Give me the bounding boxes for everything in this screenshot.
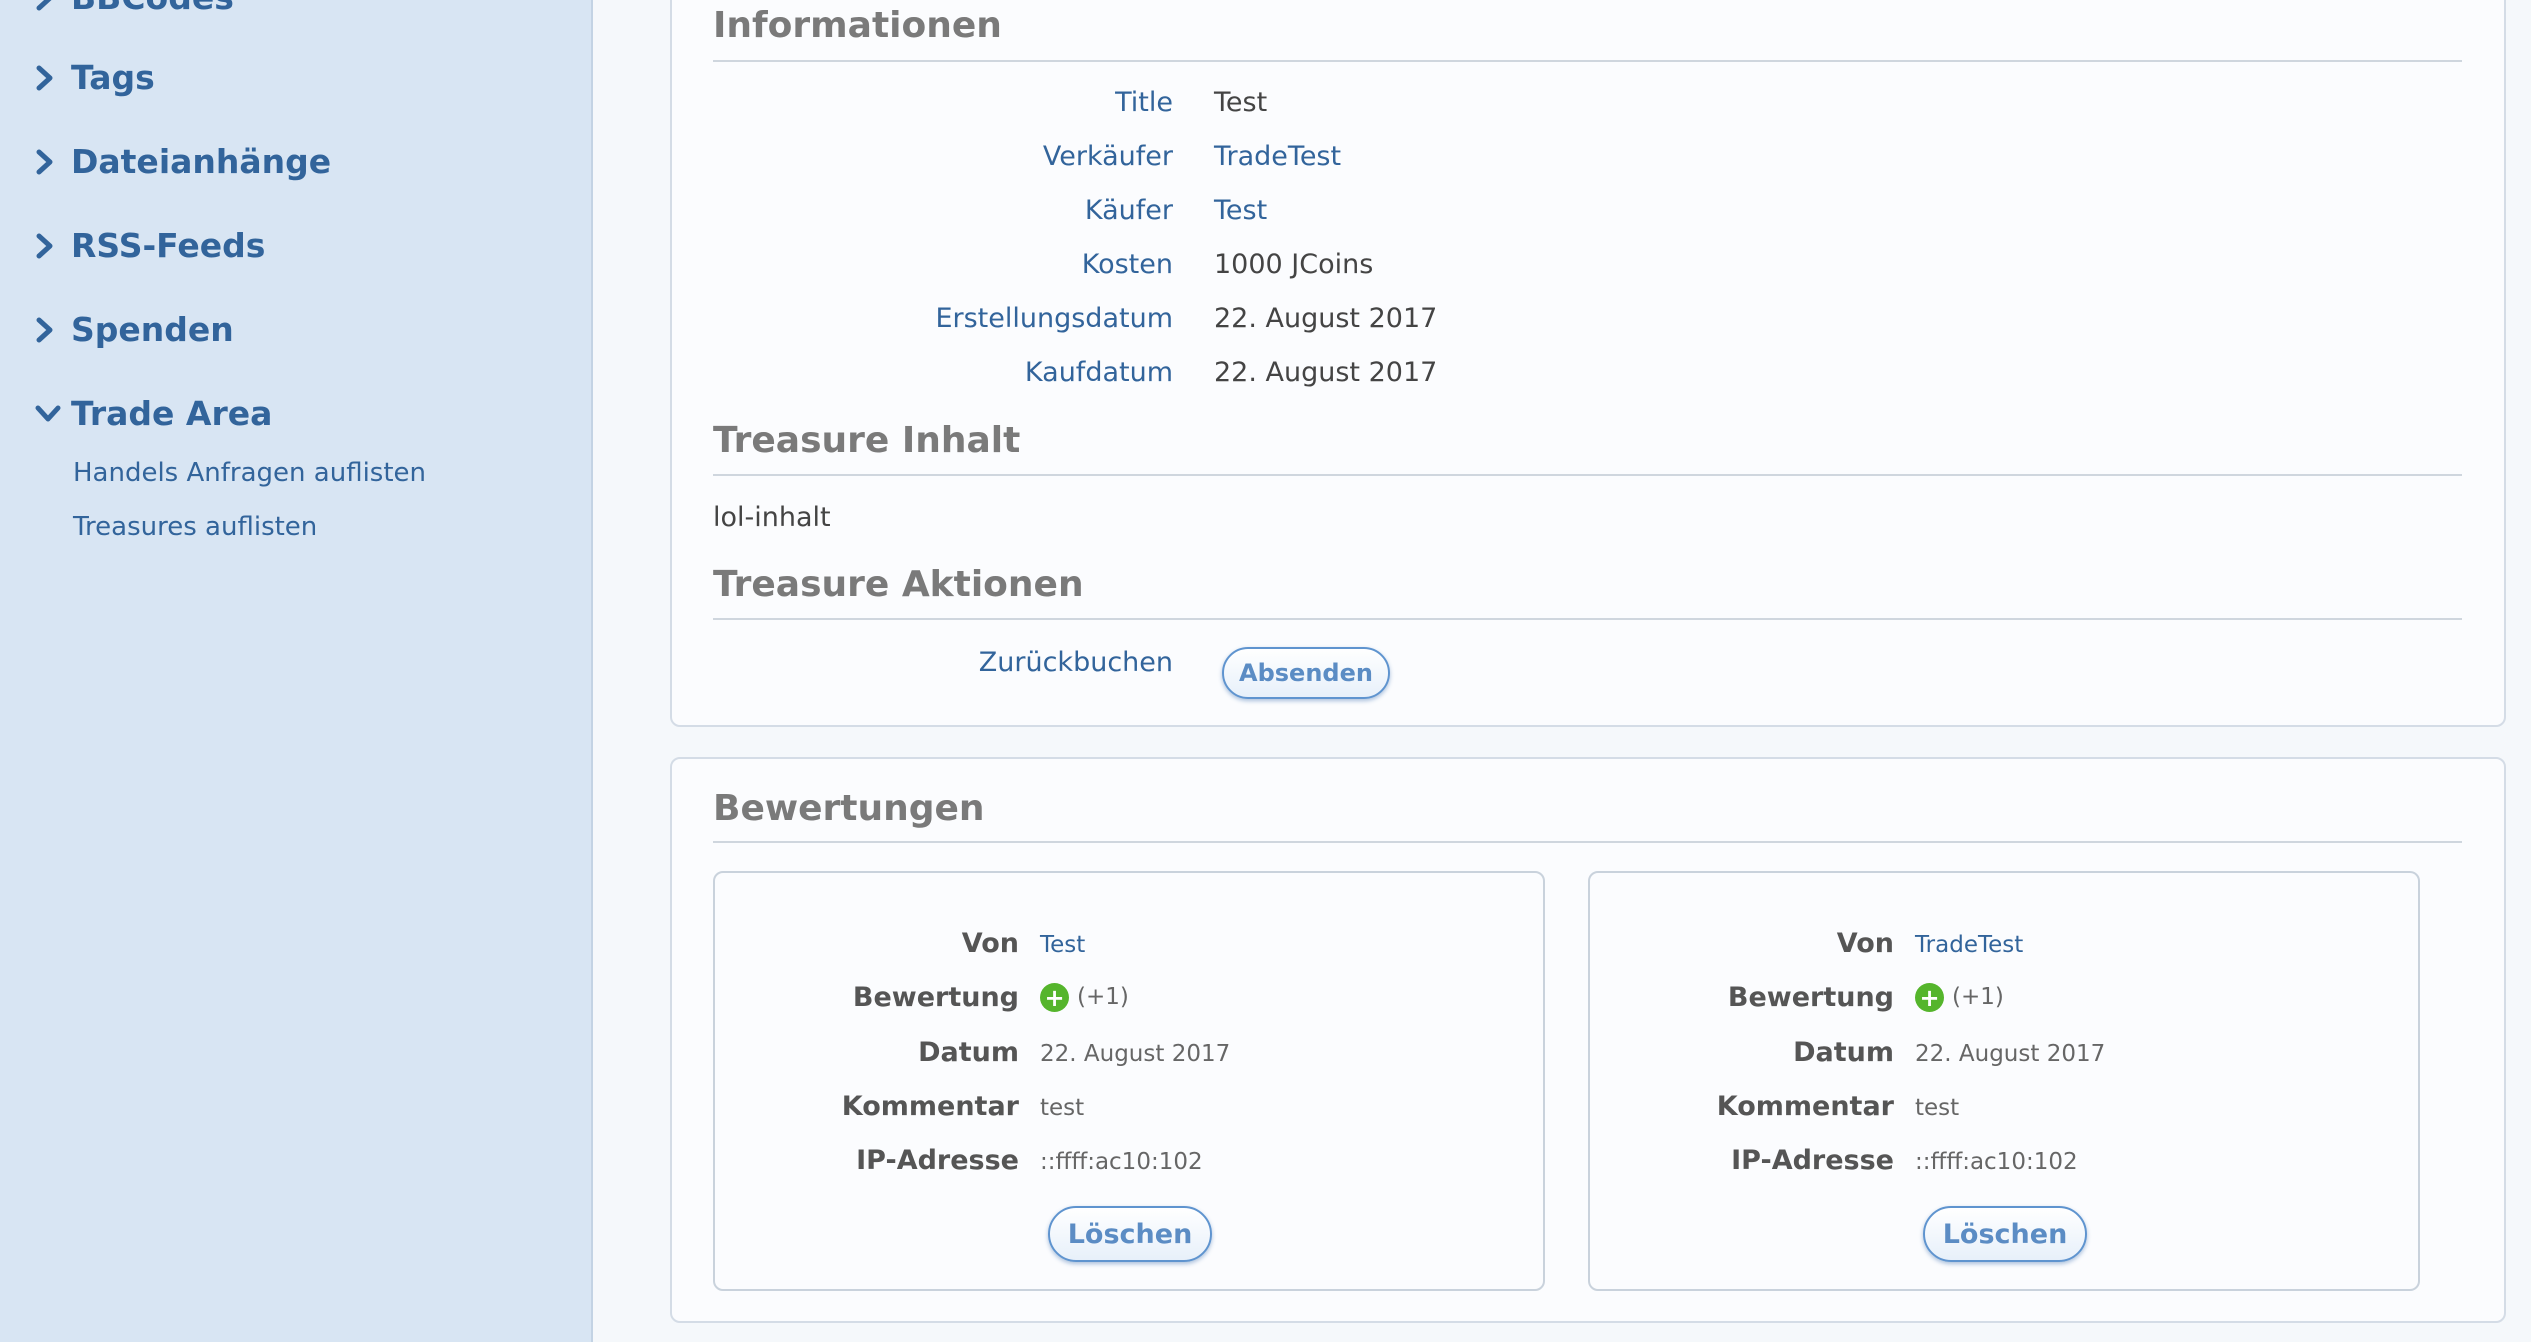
rating-label-ip: IP-Adresse: [856, 1145, 1019, 1176]
seller-link[interactable]: TradeTest: [1214, 141, 1341, 172]
info-label-erstellungsdatum: Erstellungsdatum: [935, 303, 1173, 334]
sidebar-item-label: RSS-Feeds: [71, 226, 266, 265]
info-label-title: Title: [1115, 87, 1173, 118]
divider: [713, 60, 2462, 62]
sidebar-item-spenden[interactable]: Spenden: [35, 310, 234, 349]
sidebar-item-tags[interactable]: Tags: [35, 58, 155, 97]
info-label-kaufdatum: Kaufdatum: [1024, 357, 1173, 388]
sidebar-item-label: Trade Area: [71, 394, 273, 433]
sidebar: BBCodes Tags Dateianhänge RSS-Feeds Spen…: [0, 0, 593, 1342]
info-value-kaufdatum: 22. August 2017: [1214, 357, 1438, 388]
rating-author-link[interactable]: Test: [1040, 932, 1085, 958]
rating-date: 22. August 2017: [1915, 1041, 2106, 1067]
sidebar-item-dateianhaenge[interactable]: Dateianhänge: [35, 142, 331, 181]
rating-label-bewertung: Bewertung: [852, 982, 1019, 1013]
rating-value: + (+1): [1915, 983, 2004, 1012]
sidebar-item-trade-area[interactable]: Trade Area: [35, 394, 272, 433]
rating-label-von: Von: [1836, 928, 1894, 959]
zurueckbuchen-label: Zurückbuchen: [978, 647, 1173, 678]
plus-circle-icon: +: [1040, 983, 1069, 1012]
section-title-treasure-aktionen: Treasure Aktionen: [713, 564, 1084, 605]
rating-comment: test: [1040, 1095, 1085, 1121]
chevron-right-icon: [35, 233, 71, 259]
section-title-bewertungen: Bewertungen: [713, 788, 985, 829]
sidebar-item-label: Dateianhänge: [71, 142, 332, 181]
rating-card: Von TradeTest Bewertung + (+1) Datum 22. …: [1588, 871, 2420, 1291]
rating-label-von: Von: [961, 928, 1019, 959]
sidebar-item-label: Tags: [71, 58, 155, 97]
loeschen-button[interactable]: Löschen: [1923, 1206, 2087, 1262]
rating-date: 22. August 2017: [1040, 1041, 1231, 1067]
sidebar-item-bbcodes[interactable]: BBCodes: [35, 0, 234, 17]
section-title-informationen: Informationen: [713, 5, 1002, 46]
loeschen-button[interactable]: Löschen: [1048, 1206, 1212, 1262]
rating-author-link[interactable]: TradeTest: [1915, 932, 2023, 958]
info-value-title: Test: [1214, 87, 1268, 118]
rating-label-datum: Datum: [1793, 1037, 1894, 1068]
info-value-erstellungsdatum: 22. August 2017: [1214, 303, 1438, 334]
divider: [713, 841, 2462, 843]
info-value-kosten: 1000 JCoins: [1214, 249, 1374, 280]
sidebar-subitem-handels-anfragen[interactable]: Handels Anfragen auflisten: [73, 458, 426, 488]
info-label-verkaeufer: Verkäufer: [1042, 141, 1173, 172]
chevron-down-icon: [35, 404, 71, 424]
chevron-right-icon: [35, 65, 71, 91]
treasure-content-text: lol-inhalt: [713, 502, 831, 533]
chevron-right-icon: [35, 149, 71, 175]
rating-label-ip: IP-Adresse: [1731, 1145, 1894, 1176]
rating-label-kommentar: Kommentar: [1716, 1091, 1894, 1122]
rating-comment: test: [1915, 1095, 1960, 1121]
rating-label-kommentar: Kommentar: [841, 1091, 1019, 1122]
rating-card: Von Test Bewertung + (+1) Datum 22. Augus…: [713, 871, 1545, 1291]
buyer-link[interactable]: Test: [1214, 195, 1267, 226]
divider: [713, 474, 2462, 476]
info-label-kaeufer: Käufer: [1084, 195, 1173, 226]
sidebar-subitem-treasures[interactable]: Treasures auflisten: [73, 512, 317, 542]
rating-label-datum: Datum: [918, 1037, 1019, 1068]
divider: [713, 618, 2462, 620]
rating-label-bewertung: Bewertung: [1727, 982, 1894, 1013]
rating-score: (+1): [1077, 984, 1129, 1010]
rating-ip: ::ffff:ac10:102: [1915, 1149, 2078, 1175]
absenden-button[interactable]: Absenden: [1222, 647, 1390, 699]
chevron-right-icon: [35, 0, 71, 11]
rating-ip: ::ffff:ac10:102: [1040, 1149, 1203, 1175]
rating-value: + (+1): [1040, 983, 1129, 1012]
chevron-right-icon: [35, 317, 71, 343]
sidebar-item-label: Spenden: [71, 310, 234, 349]
sidebar-item-rss-feeds[interactable]: RSS-Feeds: [35, 226, 265, 265]
section-title-treasure-inhalt: Treasure Inhalt: [713, 420, 1021, 461]
rating-score: (+1): [1952, 984, 2004, 1010]
sidebar-item-label: BBCodes: [71, 0, 234, 17]
plus-circle-icon: +: [1915, 983, 1944, 1012]
info-label-kosten: Kosten: [1081, 249, 1173, 280]
